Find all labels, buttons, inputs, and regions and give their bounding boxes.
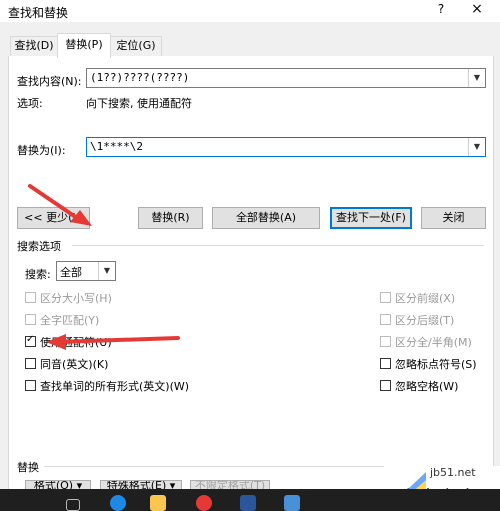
annotation-arrow-wildcards: [46, 334, 180, 350]
task-view-icon[interactable]: [66, 499, 80, 511]
annotation-arrows: [28, 184, 180, 350]
edge-browser-icon[interactable]: [110, 495, 126, 511]
file-explorer-icon[interactable]: [150, 495, 166, 511]
app-icon[interactable]: [284, 495, 300, 511]
tab-replace[interactable]: 替换(P): [57, 33, 111, 58]
chrome-browser-icon[interactable]: [196, 495, 212, 511]
watermark-site: jb51.net: [430, 466, 476, 479]
annotation-arrow-less: [28, 184, 92, 226]
word-app-icon[interactable]: [240, 495, 256, 511]
